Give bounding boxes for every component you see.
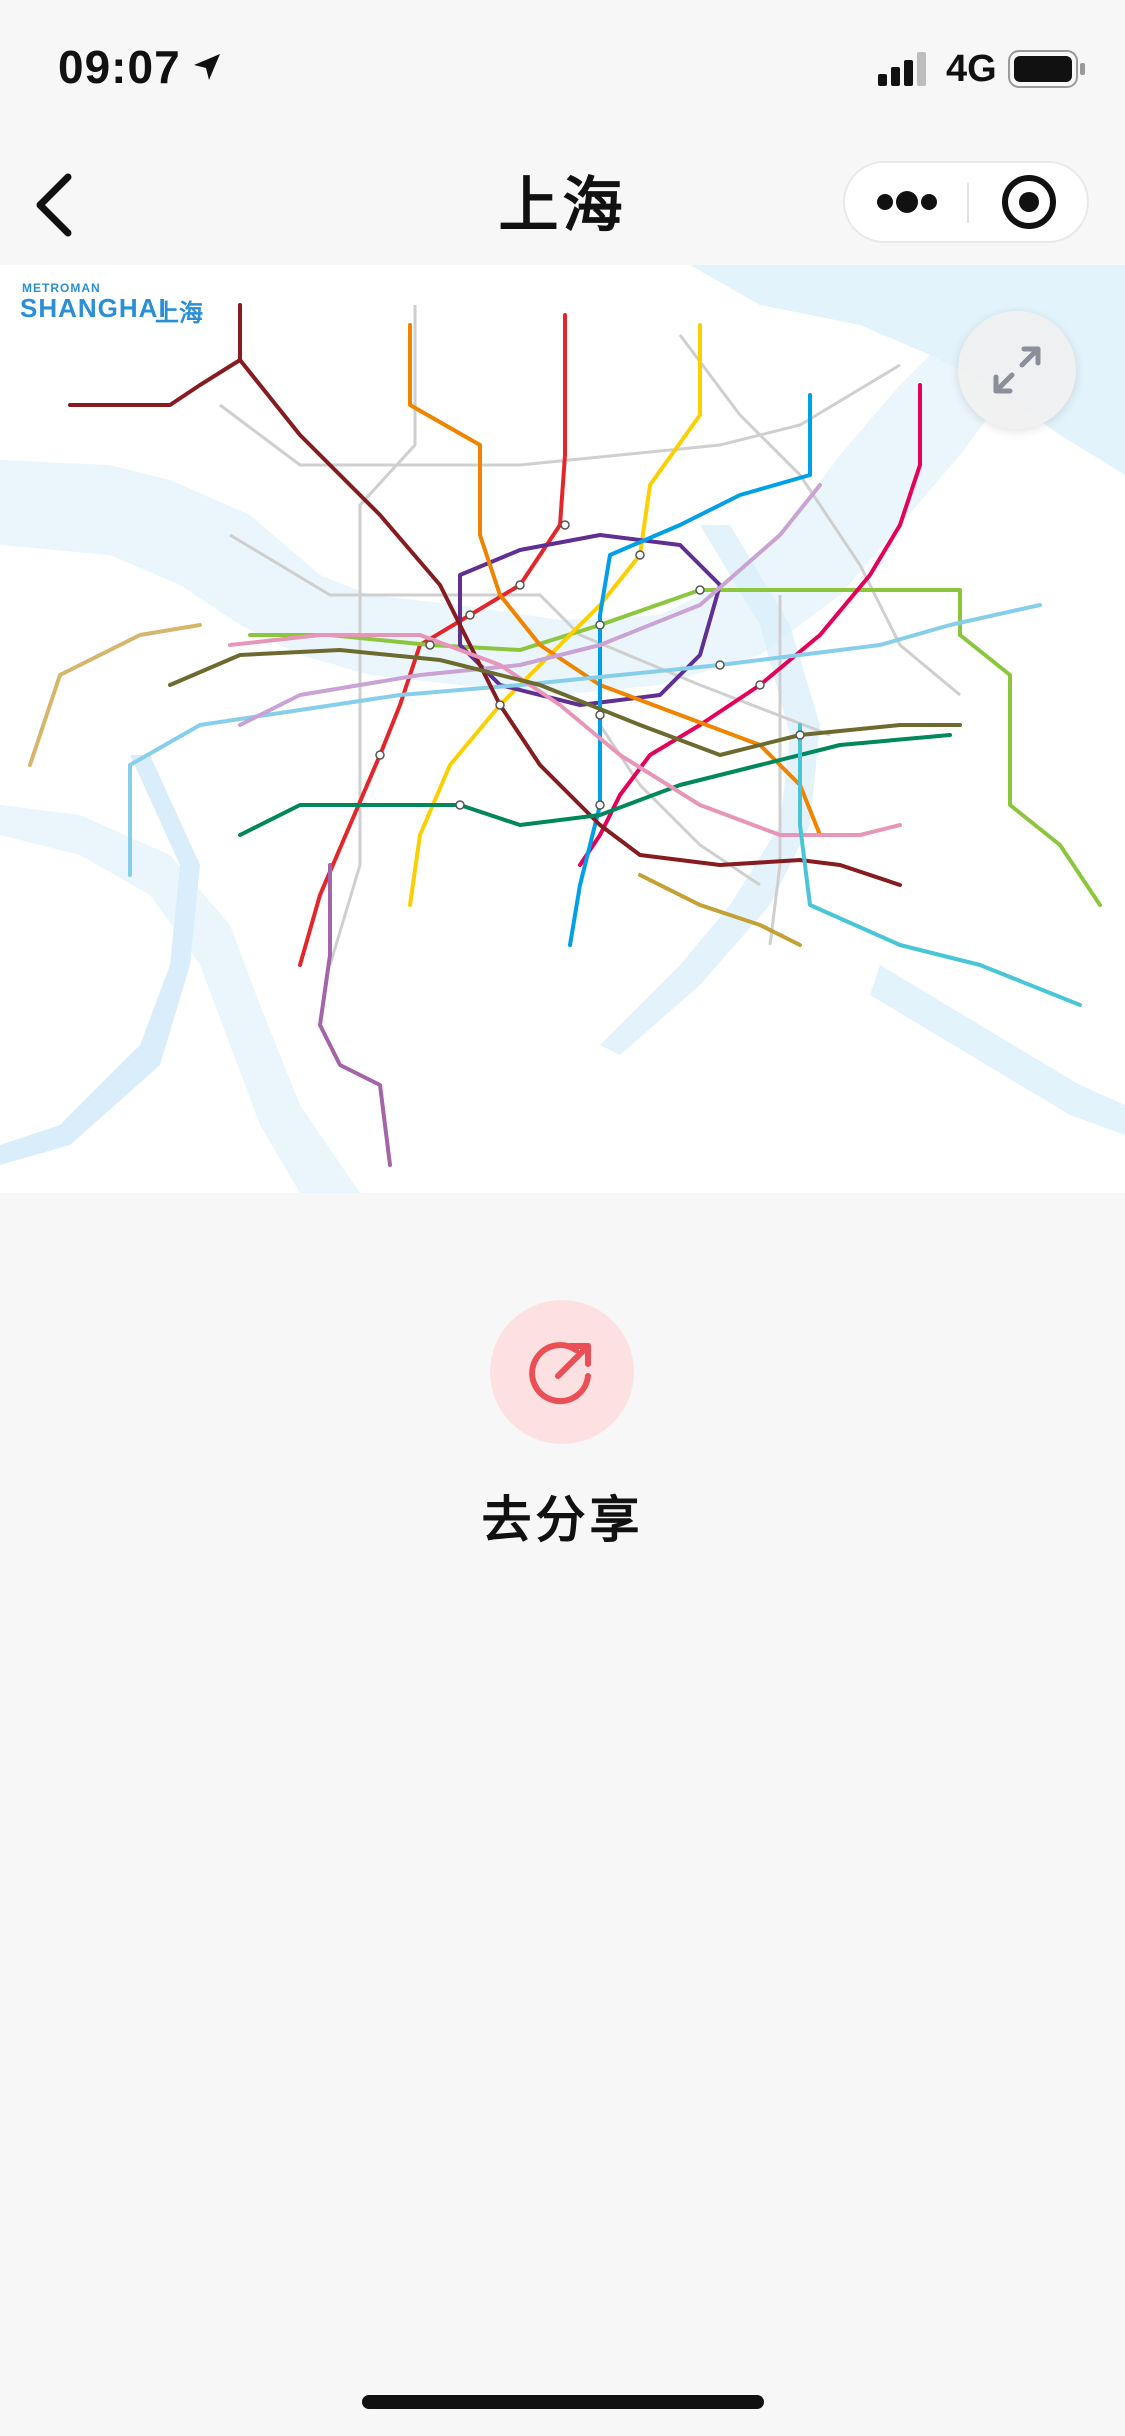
map-brand-city: 上海 — [155, 300, 203, 327]
share-label[interactable]: 去分享 — [0, 1480, 1125, 1552]
share-button[interactable] — [490, 1300, 634, 1444]
share-arrow-icon — [529, 1342, 591, 1405]
more-dots-icon — [877, 191, 937, 213]
nav-bar: 上海 — [0, 135, 1125, 265]
battery-icon — [1008, 50, 1085, 88]
signal-bars-icon — [878, 52, 926, 86]
close-mini-program-button[interactable] — [969, 163, 1089, 241]
share-section: 去分享 — [0, 1300, 1125, 1560]
location-arrow-icon — [194, 54, 220, 80]
metro-map-graphic — [0, 265, 1125, 1193]
map-brand-title: SHANGHAI — [20, 293, 167, 323]
metro-map[interactable]: METROMAN SHANGHAI 上海 — [0, 265, 1125, 1193]
home-indicator — [362, 2395, 764, 2409]
target-close-icon — [1002, 175, 1056, 229]
status-bar: 09:07 4G — [0, 0, 1125, 135]
network-type: 4G — [946, 48, 997, 90]
mini-program-capsule — [843, 161, 1089, 243]
status-time: 09:07 — [58, 41, 181, 93]
expand-map-button[interactable] — [958, 311, 1076, 429]
expand-arrows-icon — [993, 346, 1041, 394]
more-button[interactable] — [845, 163, 967, 241]
